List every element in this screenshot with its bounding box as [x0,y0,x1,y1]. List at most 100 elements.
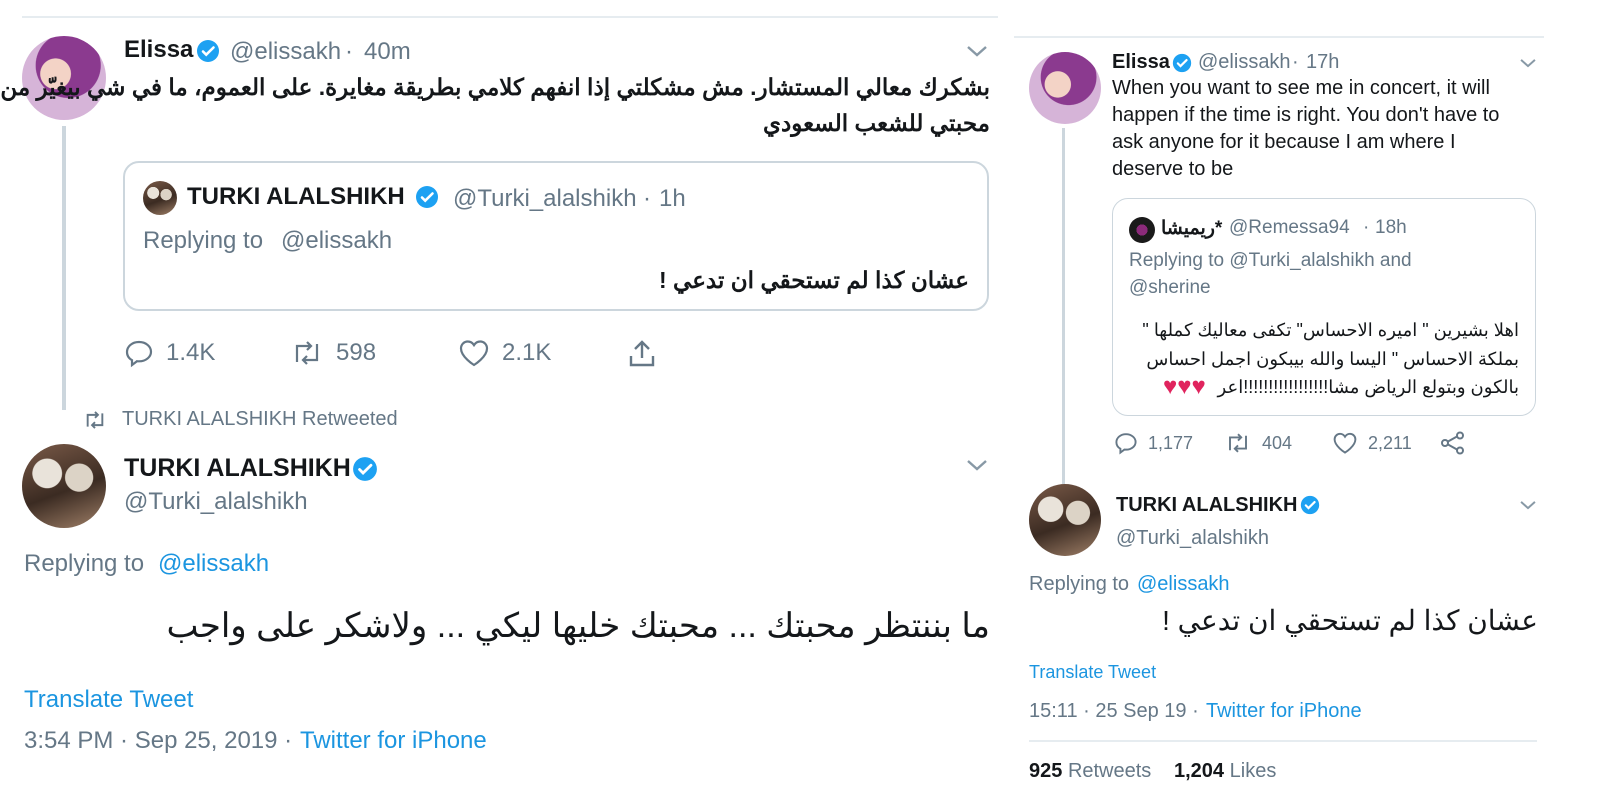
translate-tweet-link[interactable]: Translate Tweet [24,686,193,714]
retweets-label: Retweets [1067,760,1152,782]
heart-emoji: ♥♥♥ [1163,373,1206,400]
top-divider [22,16,998,18]
tweet-source-link[interactable]: Twitter for iPhone [1206,700,1362,723]
right-screenshot: Elissa @elissakh · 17h When you want to … [1014,0,1600,812]
dot-separator: · [1363,217,1370,238]
chevron-down-icon[interactable] [1518,56,1538,70]
author-handle[interactable]: @elissakh [1198,51,1291,74]
replying-to-link[interactable]: @elissakh [158,550,269,578]
like-button[interactable]: 2.1K [458,338,551,368]
quote-text: عشان كذا لم تستحقي ان تدعي ! [658,267,969,293]
author-name[interactable]: Elissa [1112,51,1170,74]
reply-count: 1.4K [166,339,216,366]
retweet-count: 404 [1262,432,1293,453]
verified-badge-icon [1300,495,1320,515]
reply-button[interactable]: 1.4K [124,338,215,368]
tweet-text-line1: بشكرك معالي المستشار. مش مشكلتي إذا انفه… [0,74,990,100]
retweet-button[interactable]: 598 [290,338,376,368]
author-handle[interactable]: @Turki_alalshikh [1116,527,1269,550]
author-name[interactable]: Elissa [124,36,193,64]
chevron-down-icon[interactable] [964,456,990,474]
retweet-icon [1229,433,1247,453]
retweet-button[interactable]: 404 [1224,431,1292,455]
tweet-text: ما بننتظر محبتك ... محبتك خليها ليكي ...… [166,607,990,645]
share-icon [1441,431,1464,455]
like-count: 2.1K [502,339,552,366]
quote-time: 18h [1375,217,1407,238]
tweet-text-line1: When you want to see me in concert, it w… [1112,77,1490,99]
quote-time: 1h [659,185,686,212]
dot-separator: · [1292,51,1299,73]
replying-prefix: Replying to [24,550,145,577]
verified-badge-icon [416,186,438,208]
like-icon [459,340,489,367]
tweet-text-line3: ask anyone for it because I am where I [1112,131,1456,153]
thread-line [62,126,66,410]
left-screenshot: Elissa @elissakh · 40m بشكرك معالي المست… [0,0,1020,812]
quote-replying-prefix: Replying to [143,227,264,254]
avatar[interactable] [1029,52,1101,124]
dot-separator: · [643,185,651,212]
quote-replying-line2: @sherine [1129,277,1211,298]
retweeted-label[interactable]: TURKI ALALSHIKH Retweeted [82,408,398,431]
quote-text-line2: بملكة الاحساس " اليسا والله بيبكون اجمل … [1146,349,1519,369]
share-button[interactable] [1440,431,1478,455]
dot-separator: · [345,38,353,65]
tweet-text: عشان كذا لم تستحقي ان تدعي ! [1162,605,1538,636]
top-divider [1014,36,1544,38]
quote-replying-to: @elissakh [281,227,393,254]
quote-text-line1: اهلا بشيرين " اميره الاحساس" تكفى معاليك… [1142,320,1519,340]
retweet-icon [295,341,319,365]
quote-avatar [1129,217,1155,243]
like-button[interactable]: 2,211 [1332,431,1412,455]
reply-icon [125,340,153,368]
quote-author-handle: @Turki_alalshikh [453,185,637,212]
tweet-source-link[interactable]: Twitter for iPhone [300,727,487,755]
quote-text-line3: بالكون وبتولع الرياض مشا!!!!!!!!!!!!!!!!… [1217,377,1519,397]
translate-tweet-link[interactable]: Translate Tweet [1029,662,1156,683]
likes-label: Likes [1229,760,1277,782]
avatar[interactable] [22,444,106,528]
likes-stat[interactable]: 1,204 Likes [1174,760,1276,783]
replying-to-link[interactable]: @elissakh [1137,573,1230,596]
quote-replying-line1: Replying to @Turki_alalshikh and [1129,250,1412,271]
reply-icon [1115,433,1137,455]
likes-count: 1,204 [1174,760,1225,782]
tweet-text-line4: deserve to be [1112,158,1234,180]
author-name[interactable]: TURKI ALALSHIKH [124,454,351,483]
tweet-text-line2: محبتي للشعب السعودي [763,110,990,136]
retweet-count: 598 [336,339,377,366]
reply-button[interactable]: 1,177 [1114,431,1193,455]
verified-badge-icon [197,40,219,62]
chevron-down-icon[interactable] [1518,498,1538,512]
thread-line [1062,128,1065,484]
share-button[interactable] [626,338,670,370]
author-name[interactable]: TURKI ALALSHIKH [1116,494,1297,517]
quote-avatar [143,181,177,215]
quote-author-name: TURKI ALALSHIKH [187,183,405,210]
author-handle[interactable]: @Turki_alalshikh [124,488,308,516]
stats-divider [1029,740,1537,742]
author-handle[interactable]: @elissakh [230,38,341,66]
verified-badge-icon [353,457,377,481]
tweet-text-line2: happen if the time is right. You don't h… [1112,104,1500,126]
retweet-icon [86,410,104,429]
quoted-tweet[interactable]: TURKI ALALSHIKH @Turki_alalshikh · 1h Re… [123,161,989,311]
like-icon [1333,432,1357,454]
tweet-time[interactable]: 17h [1306,51,1339,74]
avatar[interactable] [1029,484,1101,556]
quote-author-name: ريميشا* [1161,218,1223,239]
tweet-time[interactable]: 40m [364,38,411,66]
chevron-down-icon[interactable] [964,42,990,60]
retweets-stat[interactable]: 925 Retweets [1029,760,1151,783]
quoted-tweet[interactable]: ريميشا* @Remessa94 · 18h Replying to @Tu… [1112,198,1536,416]
retweeted-text: TURKI ALALSHIKH Retweeted [122,408,398,430]
tweet-timestamp[interactable]: 15:11 · 25 Sep 19 · [1029,700,1199,723]
share-icon [629,340,655,367]
reply-count: 1,177 [1148,432,1194,453]
replying-prefix: Replying to [1029,573,1130,595]
tweet-timestamp[interactable]: 3:54 PM · Sep 25, 2019 · [24,727,292,755]
retweets-count: 925 [1029,760,1063,782]
quote-author-handle: @Remessa94 [1229,217,1350,238]
verified-badge-icon [1172,53,1192,73]
